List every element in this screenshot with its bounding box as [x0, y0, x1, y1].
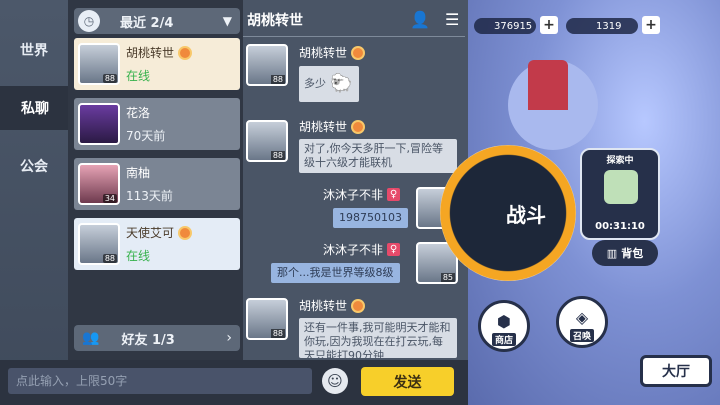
avatar: 88: [78, 223, 120, 265]
lobby-button[interactable]: 大厅: [640, 355, 712, 387]
message-bubble: 还有一件事,我可能明天才能和你玩,因为我现在在打云玩,每天只能打90分钟: [299, 318, 457, 358]
avatar[interactable]: 88: [246, 44, 288, 86]
clock-icon: ◷: [78, 10, 100, 32]
currency-gems: 1319: [566, 18, 638, 34]
shop-button[interactable]: ⬢ 商店: [478, 300, 530, 352]
medal-icon: [351, 298, 366, 313]
channel-tabs: 世界 私聊 公会: [0, 0, 78, 405]
emoji-button[interactable]: ☺: [322, 368, 348, 394]
shop-icon: ⬢: [497, 312, 511, 331]
female-icon: ♀: [387, 243, 401, 256]
friend-item-2[interactable]: 34 南柚 113天前: [74, 158, 240, 210]
friend-status: 在线: [126, 69, 151, 83]
battle-button[interactable]: 战斗: [440, 145, 576, 281]
chat-title: 胡桃转世: [247, 13, 303, 29]
avatar[interactable]: 88: [246, 120, 288, 162]
add-friend-icon[interactable]: 👤: [410, 10, 430, 29]
avatar[interactable]: 88: [246, 298, 288, 340]
message-bubble: 198750103: [333, 208, 408, 228]
sender-name: 胡桃转世: [299, 44, 366, 61]
friends-footer[interactable]: 👥 好友 1/3 ›: [74, 325, 240, 351]
explore-creature-icon: [604, 170, 638, 204]
add-gems-button[interactable]: +: [642, 16, 660, 34]
tab-private-chat[interactable]: 私聊: [0, 86, 78, 130]
friend-item-1[interactable]: 花洛 70天前: [74, 98, 240, 150]
friend-item-0[interactable]: 88 胡桃转世 在线: [74, 38, 240, 90]
friend-status: 113天前: [126, 189, 173, 203]
tab-guild[interactable]: 公会: [0, 144, 68, 188]
sender-name: 沐沐子不非 ♀: [323, 241, 401, 258]
chevron-right-icon: ›: [226, 330, 232, 346]
chat-input[interactable]: [8, 368, 312, 394]
summon-button[interactable]: ◈ 召唤: [556, 296, 608, 348]
friend-status: 在线: [126, 249, 151, 263]
bag-button[interactable]: ▥ 背包: [592, 240, 658, 266]
explore-panel[interactable]: 探索中 00:31:10: [580, 148, 660, 240]
divider: [243, 36, 465, 37]
medal-icon: [178, 45, 193, 60]
avatar: 34: [78, 163, 120, 205]
medal-icon: [178, 225, 193, 240]
message-bubble: 对了,你今天多肝一下,冒险等级十六级才能联机: [299, 139, 457, 173]
sender-name: 胡桃转世: [299, 297, 366, 314]
sticker-icon: 🐑: [330, 73, 353, 94]
sender-name: 沐沐子不非 ♀: [323, 186, 401, 203]
friends-title: 好友 1/3: [121, 332, 175, 348]
message-bubble: 那个...我是世界等级8级: [271, 263, 400, 283]
friends-icon: 👥: [82, 330, 100, 346]
tab-world[interactable]: 世界: [0, 28, 68, 72]
bag-icon: ▥: [606, 246, 618, 260]
currency-gold: 376915: [474, 18, 536, 34]
send-button[interactable]: 发送: [361, 367, 454, 396]
message-bubble: 多少 🐑: [299, 66, 359, 102]
recent-header[interactable]: ◷ 最近 2/4 ▼: [74, 8, 240, 34]
menu-icon[interactable]: ☰: [445, 10, 459, 29]
chevron-down-icon: ▼: [222, 14, 232, 28]
smiley-icon: ☺: [327, 372, 343, 390]
recent-title: 最近 2/4: [120, 15, 174, 31]
female-icon: ♀: [387, 188, 401, 201]
friend-status: 70天前: [126, 129, 166, 143]
avatar: 88: [78, 43, 120, 85]
medal-icon: [351, 45, 366, 60]
summon-icon: ◈: [575, 308, 589, 327]
sender-name: 胡桃转世: [299, 118, 366, 135]
avatar: [78, 103, 120, 145]
medal-icon: [351, 119, 366, 134]
friend-item-3[interactable]: 88 天使艾可 在线: [74, 218, 240, 270]
add-gold-button[interactable]: +: [540, 16, 558, 34]
character-art: [528, 60, 568, 110]
